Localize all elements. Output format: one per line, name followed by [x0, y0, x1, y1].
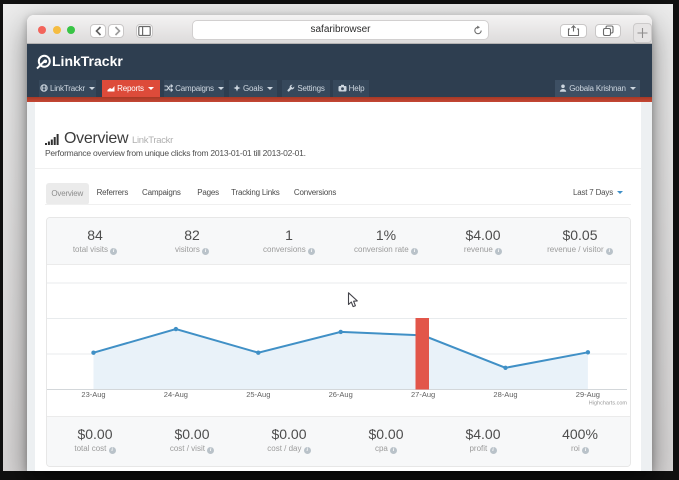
svg-text:Highcharts.com: Highcharts.com [588, 400, 627, 406]
svg-text:25-Aug: 25-Aug [246, 390, 270, 399]
svg-text:26-Aug: 26-Aug [328, 390, 352, 399]
svg-text:23-Aug: 23-Aug [81, 390, 105, 399]
svg-text:29-Aug: 29-Aug [575, 390, 599, 399]
svg-text:28-Aug: 28-Aug [493, 390, 517, 399]
svg-text:27-Aug: 27-Aug [411, 390, 435, 399]
svg-text:24-Aug: 24-Aug [163, 390, 187, 399]
